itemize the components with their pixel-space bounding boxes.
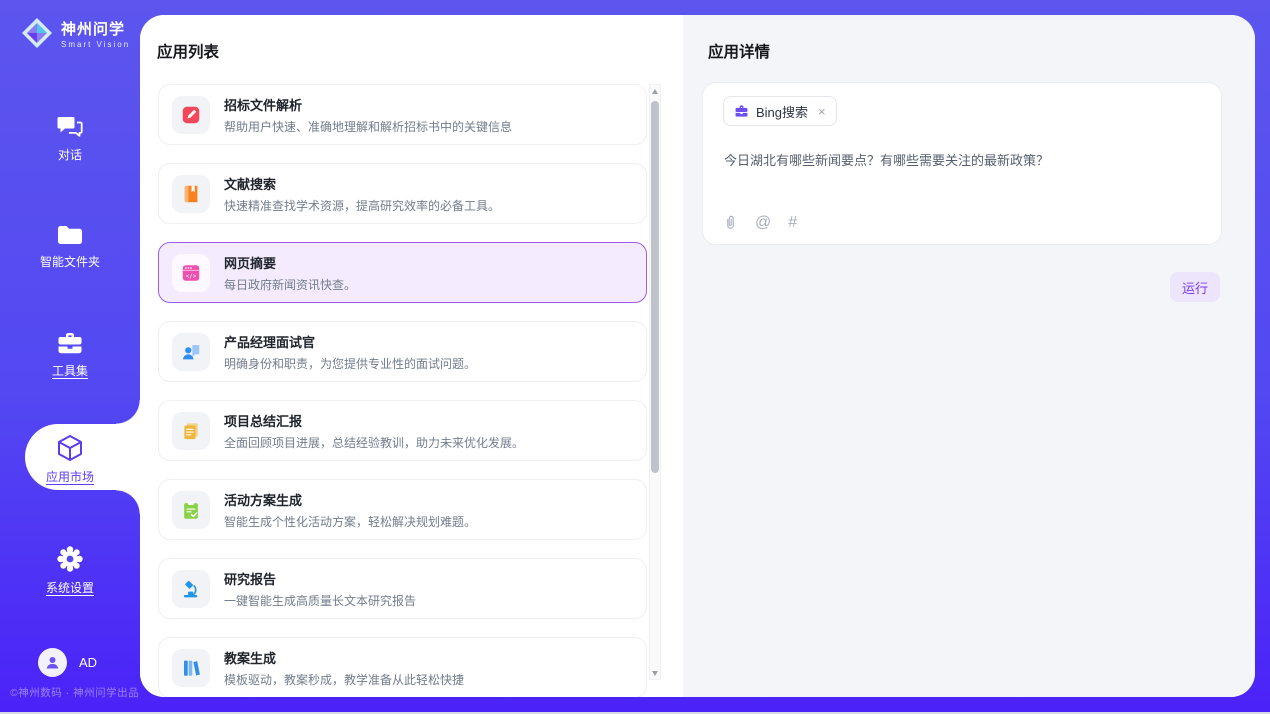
app-details-title: 应用详情: [708, 40, 770, 62]
interviewer-icon: [172, 333, 210, 371]
app-card-tender-parse[interactable]: 招标文件解析 帮助用户快速、准确地理解和解析招标书中的关键信息: [158, 84, 647, 145]
literature-book-icon: [172, 175, 210, 213]
microscope-icon: [172, 570, 210, 608]
user-name: AD: [79, 655, 97, 670]
app-card-web-summary[interactable]: </> 网页摘要 每日政府新闻资讯快查。: [158, 242, 647, 303]
mention-icon[interactable]: @: [755, 215, 771, 231]
chat-icon: [55, 113, 85, 141]
app-name: 活动方案生成: [224, 490, 476, 509]
briefcase-icon: [734, 104, 749, 118]
sidebar-item-chat[interactable]: 对话: [0, 113, 140, 164]
app-desc: 全面回顾项目进展，总结经验教训，助力未来优化发展。: [224, 434, 524, 451]
svg-text:</>: </>: [186, 272, 197, 279]
person-icon: [44, 654, 61, 671]
run-button[interactable]: 运行: [1170, 272, 1220, 302]
app-name: 教案生成: [224, 648, 464, 667]
brand-tagline: Smart Vision: [61, 40, 130, 49]
tender-doc-icon: [172, 96, 210, 134]
app-card-project-summary[interactable]: 项目总结汇报 全面回顾项目进展，总结经验教训，助力未来优化发展。: [158, 400, 647, 461]
app-name: 招标文件解析: [224, 95, 512, 114]
diamond-logo-icon: [20, 16, 54, 50]
app-card-list: 招标文件解析 帮助用户快速、准确地理解和解析招标书中的关键信息 文献搜索 快速精…: [158, 84, 647, 697]
sidebar: 神州问学 Smart Vision 对话 智能文件夹 工具集 应用市场: [0, 0, 140, 714]
app-name: 产品经理面试官: [224, 332, 476, 351]
clipboard-check-icon: [172, 491, 210, 529]
folder-icon: [55, 222, 85, 248]
brand-name: 神州问学: [61, 18, 130, 39]
app-card-research-report[interactable]: 研究报告 一键智能生成高质量长文本研究报告: [158, 558, 647, 619]
tag-close-icon[interactable]: ×: [818, 105, 826, 118]
app-name: 文献搜索: [224, 174, 500, 193]
list-scrollbar[interactable]: [649, 84, 661, 680]
app-card-literature-search[interactable]: 文献搜索 快速精准查找学术资源，提高研究效率的必备工具。: [158, 163, 647, 224]
app-desc: 明确身份和职责，为您提供专业性的面试问题。: [224, 355, 476, 372]
notes-icon: [172, 412, 210, 450]
app-card-activity-plan[interactable]: 活动方案生成 智能生成个性化活动方案，轻松解决规划难题。: [158, 479, 647, 540]
sidebar-item-settings[interactable]: 系统设置: [0, 544, 140, 597]
app-card-pm-interviewer[interactable]: 产品经理面试官 明确身份和职责，为您提供专业性的面试问题。: [158, 321, 647, 382]
app-desc: 每日政府新闻资讯快查。: [224, 276, 356, 293]
avatar: [38, 648, 67, 677]
scroll-up-button[interactable]: [650, 85, 660, 97]
scroll-down-button[interactable]: [650, 667, 660, 679]
app-desc: 快速精准查找学术资源，提高研究效率的必备工具。: [224, 197, 500, 214]
scrollbar-thumb[interactable]: [651, 101, 659, 473]
app-name: 研究报告: [224, 569, 416, 588]
paperclip-icon[interactable]: [723, 214, 738, 231]
user-account[interactable]: AD: [38, 648, 97, 677]
app-desc: 帮助用户快速、准确地理解和解析招标书中的关键信息: [224, 118, 512, 135]
app-desc: 模板驱动，教案秒成，教学准备从此轻松快捷: [224, 671, 464, 688]
app-list-title: 应用列表: [157, 40, 219, 62]
sidebar-item-smart-folder[interactable]: 智能文件夹: [0, 222, 140, 271]
sidebar-item-toolset[interactable]: 工具集: [0, 330, 140, 380]
app-card-lesson-plan[interactable]: 教案生成 模板驱动，教案秒成，教学准备从此轻松快捷: [158, 637, 647, 697]
tool-tag-label: Bing搜索: [756, 102, 808, 121]
hashtag-icon[interactable]: #: [788, 215, 797, 231]
prompt-input[interactable]: 今日湖北有哪些新闻要点？有哪些需要关注的最新政策？: [724, 151, 1203, 171]
app-desc: 一键智能生成高质量长文本研究报告: [224, 592, 416, 609]
gear-icon: [55, 544, 85, 574]
books-icon: [172, 649, 210, 687]
main-panel: 应用列表 招标文件解析 帮助用户快速、准确地理解和解析招标书中的关键信息: [140, 15, 1255, 697]
app-name: 项目总结汇报: [224, 411, 524, 430]
brand-logo: 神州问学 Smart Vision: [20, 16, 130, 50]
app-list-panel: 应用列表 招标文件解析 帮助用户快速、准确地理解和解析招标书中的关键信息: [140, 15, 683, 697]
cube-icon: [54, 433, 86, 463]
prompt-card: Bing搜索 × 今日湖北有哪些新闻要点？有哪些需要关注的最新政策？ @ #: [702, 82, 1222, 245]
briefcase-icon: [55, 330, 85, 357]
webpage-code-icon: </>: [172, 254, 210, 292]
app-details-panel: 应用详情 Bing搜索 × 今日湖北有哪些新闻要点？有哪些需要关注的最新政策？ …: [683, 15, 1255, 697]
app-desc: 智能生成个性化活动方案，轻松解决规划难题。: [224, 513, 476, 530]
app-name: 网页摘要: [224, 253, 356, 272]
sidebar-item-app-market[interactable]: 应用市场: [0, 433, 140, 486]
tool-tag-bing-search[interactable]: Bing搜索 ×: [723, 96, 837, 126]
